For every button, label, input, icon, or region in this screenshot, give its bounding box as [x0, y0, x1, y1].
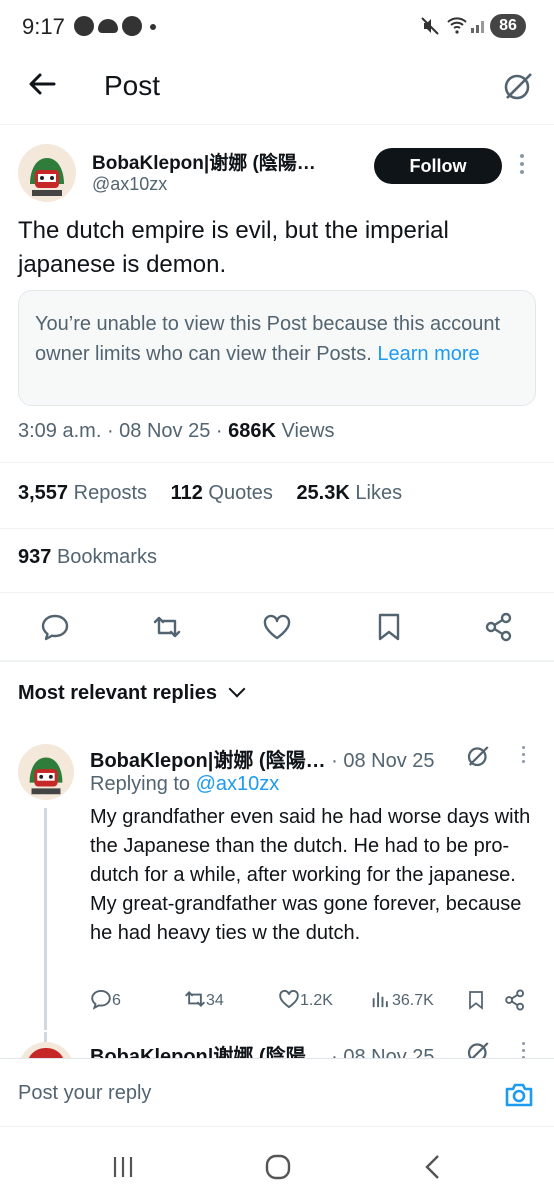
- bookmark-icon[interactable]: [466, 989, 486, 1011]
- more-icon[interactable]: [518, 1042, 528, 1058]
- replies-sort-label: Most relevant replies: [18, 682, 217, 704]
- replying-handle-link[interactable]: @ax10zx: [196, 773, 280, 795]
- bookmarks-stat[interactable]: 937 Bookmarks: [18, 546, 157, 569]
- post-date: 08 Nov 25: [119, 420, 211, 442]
- grok-icon[interactable]: [502, 70, 534, 102]
- likes-stat[interactable]: 25.3K Likes: [296, 482, 402, 504]
- back-icon[interactable]: [420, 1154, 446, 1180]
- engagement-stats: 3,557 Reposts 112 Quotes 25.3K Likes: [18, 482, 420, 505]
- more-icon[interactable]: [518, 746, 528, 768]
- battery-indicator: 86: [490, 14, 526, 38]
- learn-more-link[interactable]: Learn more: [377, 343, 479, 365]
- meta-divider: [0, 462, 554, 463]
- cloud-status-icon: [98, 19, 118, 33]
- status-time: 9:17: [22, 14, 65, 39]
- account-status-icon: [74, 16, 94, 36]
- reply-avatar[interactable]: [18, 1042, 74, 1058]
- nav-divider: [0, 1126, 554, 1127]
- author-name[interactable]: BobaKlepon|谢娜 (陰陽…: [92, 148, 316, 175]
- views-icon: [372, 992, 388, 1008]
- section-divider: [0, 660, 554, 662]
- bookmark-icon[interactable]: [374, 612, 404, 642]
- thread-line: [44, 808, 47, 1030]
- share-icon[interactable]: [504, 989, 526, 1011]
- stats-divider: [0, 528, 554, 529]
- reply-reposts[interactable]: 34: [184, 988, 224, 1012]
- mute-icon: [421, 17, 439, 35]
- notification-dot-icon: [150, 24, 156, 30]
- repost-icon: [185, 991, 205, 1007]
- reply-header: BobaKlepon|谢娜 (陰陽… · 08 Nov 25: [90, 1046, 435, 1058]
- avatar-image: [18, 744, 74, 800]
- grok-icon[interactable]: [466, 744, 490, 768]
- home-icon[interactable]: [265, 1154, 291, 1180]
- camera-icon[interactable]: [504, 1080, 534, 1110]
- reply-avatar[interactable]: [18, 744, 74, 800]
- back-arrow-icon[interactable]: [26, 68, 58, 100]
- signal-icon: [471, 21, 484, 33]
- author-handle[interactable]: @ax10zx: [92, 174, 167, 195]
- replies-sort-dropdown[interactable]: Most relevant replies: [18, 680, 246, 705]
- views-count: 686K: [228, 420, 276, 442]
- share-icon[interactable]: [484, 612, 514, 642]
- reply-comments[interactable]: 6: [90, 988, 121, 1012]
- quotes-stat[interactable]: 112 Quotes: [171, 482, 273, 504]
- reposts-stat[interactable]: 3,557 Reposts: [18, 482, 147, 504]
- header-divider: [0, 124, 554, 125]
- wifi-icon: [447, 17, 467, 34]
- reply-item-partial[interactable]: BobaKlepon|谢娜 (陰陽… · 08 Nov 25: [0, 1032, 554, 1058]
- reply-bar-divider: [0, 1058, 554, 1059]
- reply-input[interactable]: Post your reply: [18, 1082, 151, 1105]
- reply-likes[interactable]: 1.2K: [278, 988, 333, 1012]
- views-label: Views: [281, 420, 335, 442]
- follow-button[interactable]: Follow: [374, 148, 502, 184]
- reply-date: · 08 Nov 25: [331, 750, 435, 772]
- post-time: 3:09 a.m.: [18, 420, 102, 442]
- like-icon: [279, 989, 299, 1009]
- reply-icon: [91, 989, 111, 1010]
- author-avatar[interactable]: [18, 144, 76, 202]
- chevron-down-icon: [228, 680, 246, 698]
- reply-text: My grandfather even said he had worse da…: [90, 806, 531, 944]
- reply-views[interactable]: 36.7K: [370, 988, 434, 1012]
- grok-icon[interactable]: [466, 1040, 490, 1058]
- status-bar: 9:17 86: [0, 0, 554, 56]
- repost-icon[interactable]: [152, 612, 182, 642]
- avatar-image: [18, 144, 76, 202]
- reply-header: BobaKlepon|谢娜 (陰陽… · 08 Nov 25: [90, 744, 435, 773]
- post-meta: 3:09 a.m. · 08 Nov 25 · 686K Views: [18, 420, 335, 442]
- replying-to: Replying to @ax10zx: [90, 773, 280, 795]
- thread-line: [44, 1032, 47, 1042]
- post-text: The dutch empire is evil, but the imperi…: [18, 217, 449, 278]
- restricted-notice: You’re unable to view this Post because …: [18, 290, 536, 406]
- more-icon[interactable]: [516, 154, 528, 178]
- bookmarks-divider: [0, 592, 554, 593]
- reply-author-name[interactable]: BobaKlepon|谢娜 (陰陽…: [90, 750, 326, 772]
- recents-icon[interactable]: [110, 1154, 136, 1180]
- facebook-status-icon: [122, 16, 142, 36]
- reply-icon[interactable]: [40, 612, 70, 642]
- page-title: Post: [104, 70, 161, 101]
- like-icon[interactable]: [262, 612, 292, 642]
